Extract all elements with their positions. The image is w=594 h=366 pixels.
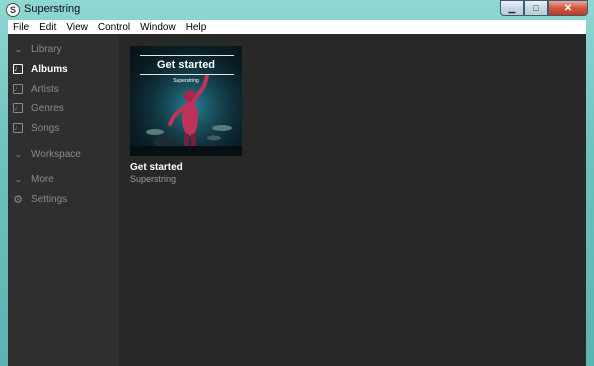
sidebar-item-songs[interactable]: ♩ Songs: [8, 119, 59, 137]
music-note-icon: ♩: [13, 103, 23, 113]
settings-label: Settings: [31, 193, 68, 205]
menu-control[interactable]: Control: [93, 22, 135, 33]
music-note-icon: ♩: [13, 64, 23, 74]
music-note-icon: ♩: [13, 84, 23, 94]
album-cover-subtitle: Superstring: [173, 78, 199, 84]
window-controls: ▁ □ ✕: [500, 0, 588, 18]
music-note-icon: ♩: [13, 123, 23, 133]
menu-help[interactable]: Help: [181, 22, 212, 33]
cover-divider-top: [140, 55, 234, 56]
chevron-down-icon: ⌄: [13, 174, 23, 184]
window-title: Superstring: [24, 3, 81, 15]
workspace-section-header[interactable]: ⌄ Workspace: [8, 145, 81, 163]
menu-bar: File Edit View Control Window Help: [8, 20, 586, 34]
sidebar: ⌄ Library ♩ Albums ♩ Artists ♩ Genres ♩ …: [8, 34, 119, 366]
menu-view[interactable]: View: [61, 22, 93, 33]
title-bar: S Superstring ▁ □ ✕: [0, 0, 594, 20]
library-label: Library: [31, 43, 62, 55]
sidebar-item-genres[interactable]: ♩ Genres: [8, 99, 64, 117]
menu-edit[interactable]: Edit: [34, 22, 61, 33]
app-window: ⌄ Library ♩ Albums ♩ Artists ♩ Genres ♩ …: [8, 34, 586, 366]
more-section-header[interactable]: ⌄ More: [8, 170, 54, 188]
album-title[interactable]: Get started: [130, 162, 242, 173]
album-grid: Get started Superstring Get started Supe…: [119, 34, 586, 366]
album-cover-title: Get started: [156, 59, 216, 71]
sidebar-item-label: Songs: [31, 122, 60, 134]
sidebar-item-label: Albums: [31, 63, 68, 75]
sidebar-item-label: Artists: [31, 83, 59, 95]
close-button[interactable]: ✕: [548, 0, 588, 16]
sidebar-item-albums[interactable]: ♩ Albums: [8, 60, 68, 78]
chevron-down-icon: ⌄: [13, 44, 23, 54]
menu-window[interactable]: Window: [135, 22, 181, 33]
sidebar-item-artists[interactable]: ♩ Artists: [8, 80, 59, 98]
minimize-button[interactable]: ▁: [500, 0, 524, 16]
chevron-down-icon: ⌄: [13, 149, 23, 159]
sidebar-item-label: Genres: [31, 102, 64, 114]
app-icon: S: [6, 3, 20, 17]
album-card[interactable]: Get started Superstring Get started Supe…: [130, 46, 242, 184]
gear-icon: ⚙: [13, 193, 23, 206]
album-cover[interactable]: Get started Superstring: [130, 46, 242, 156]
workspace-label: Workspace: [31, 148, 81, 160]
library-section-header[interactable]: ⌄ Library: [8, 40, 62, 58]
cover-divider-bottom: [140, 74, 234, 75]
menu-file[interactable]: File: [8, 22, 34, 33]
album-artist[interactable]: Superstring: [130, 174, 242, 184]
maximize-button[interactable]: □: [524, 0, 548, 16]
more-label: More: [31, 173, 54, 185]
sidebar-item-settings[interactable]: ⚙ Settings: [8, 190, 67, 208]
